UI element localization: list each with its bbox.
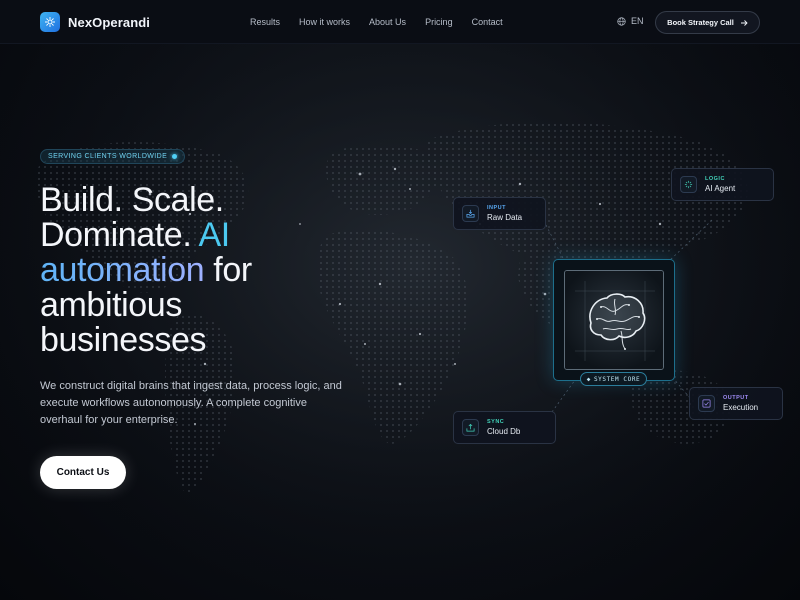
- arrow-right-icon: [740, 19, 748, 26]
- brain-icon: [565, 271, 663, 369]
- headline-line-2: Dominate. AI: [40, 218, 400, 253]
- globe-icon: [617, 16, 626, 26]
- sync-node-title: Cloud Db: [487, 427, 521, 436]
- system-core-label: ◆ SYSTEM CORE: [580, 372, 647, 386]
- output-node-title: Execution: [723, 403, 759, 412]
- nav-link-how-it-works[interactable]: How it works: [299, 17, 350, 27]
- headline-dominate: Dominate.: [40, 216, 192, 254]
- contact-us-button[interactable]: Contact Us: [40, 456, 126, 489]
- hero-headline: Build. Scale. Dominate. AI automation fo…: [40, 183, 400, 358]
- brand-name: NexOperandi: [68, 14, 151, 30]
- logo-icon: [40, 12, 60, 32]
- nav-link-pricing[interactable]: Pricing: [425, 17, 453, 27]
- check-icon: [698, 395, 715, 412]
- book-strategy-call-label: Book Strategy Call: [667, 18, 734, 27]
- brand-logo[interactable]: NexOperandi: [40, 12, 150, 32]
- badge-label: SERVING CLIENTS WORLDWIDE: [48, 153, 168, 160]
- headline-line-5: businesses: [40, 321, 207, 359]
- headline-automation: automation: [40, 251, 205, 289]
- input-node-kicker: INPUT: [487, 205, 506, 211]
- system-core-panel: [553, 259, 675, 381]
- language-label: EN: [631, 16, 644, 26]
- nav-link-about-us[interactable]: About Us: [369, 17, 406, 27]
- upload-icon: [462, 419, 479, 436]
- headline-ai: AI: [198, 216, 231, 254]
- nav-link-results[interactable]: Results: [250, 17, 280, 27]
- output-node-kicker: OUTPUT: [723, 395, 749, 401]
- language-selector[interactable]: EN: [617, 16, 644, 26]
- inbox-icon: [462, 205, 479, 222]
- headline-line-1: Build. Scale.: [40, 181, 224, 219]
- headline-line-3: automation for: [40, 253, 400, 288]
- contact-us-label: Contact Us: [56, 467, 110, 478]
- logic-node-kicker: LOGIC: [705, 176, 725, 182]
- headline-for: for: [213, 251, 252, 289]
- input-node-title: Raw Data: [487, 213, 523, 222]
- core-label-text: SYSTEM CORE: [593, 375, 641, 383]
- book-strategy-call-button[interactable]: Book Strategy Call: [655, 11, 760, 34]
- sync-node: SYNC Cloud Db: [453, 411, 556, 444]
- output-node: OUTPUT Execution: [689, 387, 783, 420]
- nav-link-contact[interactable]: Contact: [472, 17, 503, 27]
- worldwide-badge: SERVING CLIENTS WORLDWIDE: [40, 149, 186, 164]
- top-navigation: NexOperandi Results How it works About U…: [0, 0, 800, 44]
- input-node: INPUT Raw Data: [453, 197, 546, 230]
- core-diamond-icon: ◆: [586, 375, 591, 383]
- page: NexOperandi Results How it works About U…: [0, 0, 800, 600]
- logic-node: LOGIC AI Agent: [671, 168, 774, 201]
- spark-icon: [680, 176, 697, 193]
- logic-node-title: AI Agent: [705, 184, 736, 193]
- status-dot-icon: [172, 154, 178, 159]
- core-screen: [564, 270, 664, 370]
- nav-links: Results How it works About Us Pricing Co…: [250, 17, 522, 27]
- sync-node-kicker: SYNC: [487, 419, 505, 425]
- hero-description: We construct digital brains that ingest …: [40, 380, 342, 426]
- headline-line-4: ambitious: [40, 286, 182, 324]
